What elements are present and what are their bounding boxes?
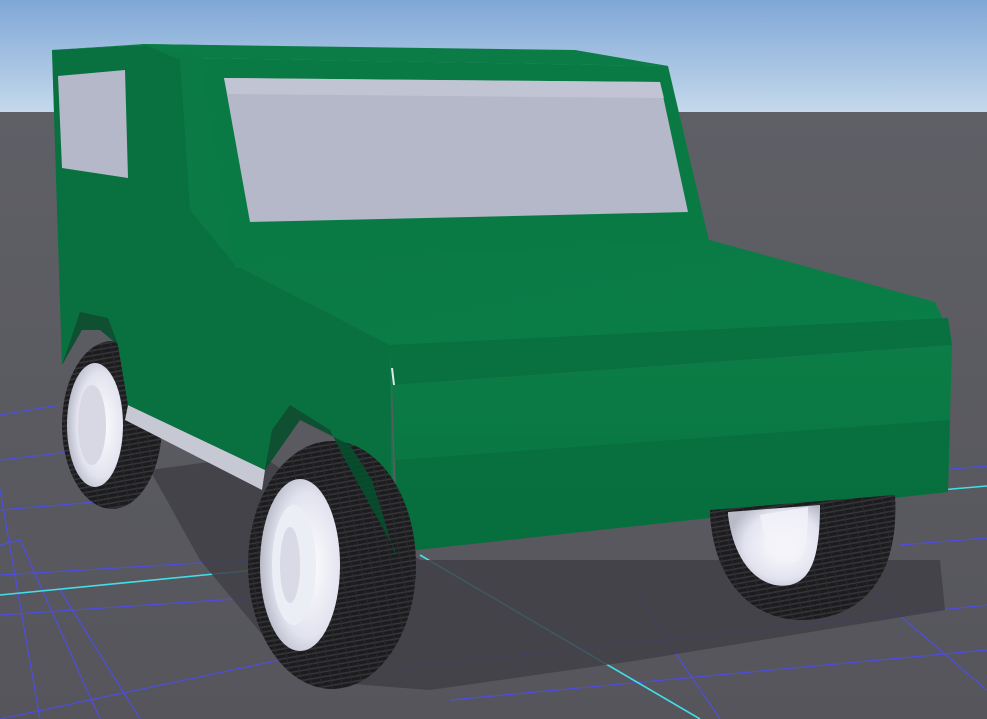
scene-canvas — [0, 0, 987, 719]
3d-viewport[interactable] — [0, 0, 987, 719]
rear-side-window — [58, 70, 128, 178]
windshield — [224, 78, 688, 222]
front-left-wheel — [248, 441, 416, 689]
